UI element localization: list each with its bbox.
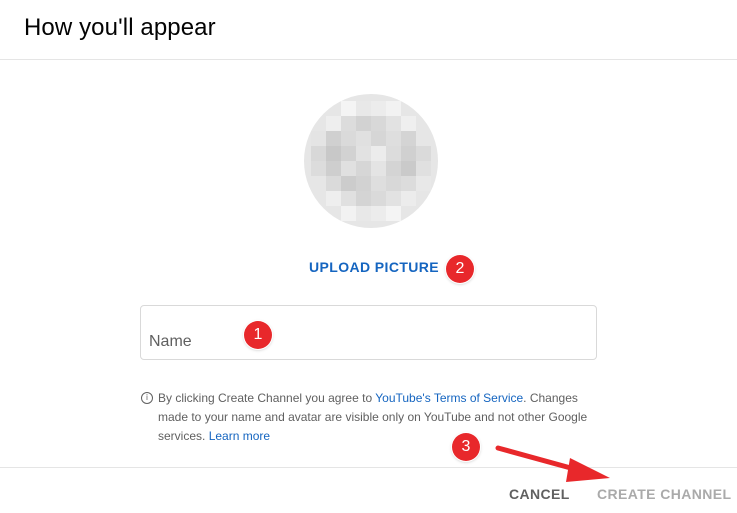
create-channel-dialog: How you'll appear UPLOAD PICTURE 2 1 i B… <box>0 0 737 513</box>
avatar-pixel <box>311 146 326 161</box>
avatar-pixel <box>371 146 386 161</box>
avatar-pixel <box>356 176 371 191</box>
avatar-pixel <box>326 191 341 206</box>
avatar-pixel <box>356 101 371 116</box>
avatar-pixel <box>386 116 401 131</box>
avatar-pixel <box>311 176 326 191</box>
avatar-pixel <box>371 161 386 176</box>
avatar-pixel <box>356 146 371 161</box>
avatar-pixel <box>401 116 416 131</box>
avatar-pixel <box>386 191 401 206</box>
avatar-pixel <box>401 161 416 176</box>
avatar-pixel <box>356 116 371 131</box>
avatar-pixel <box>416 176 431 191</box>
avatar-pixel <box>371 176 386 191</box>
footer-divider <box>0 467 737 468</box>
terms-text-before: By clicking Create Channel you agree to <box>158 391 376 405</box>
avatar-pixel <box>341 101 356 116</box>
avatar <box>304 94 438 228</box>
annotation-badge-1: 1 <box>244 321 272 349</box>
avatar-pixel <box>356 206 371 221</box>
avatar-pixel <box>386 101 401 116</box>
annotation-badge-3: 3 <box>452 433 480 461</box>
avatar-pixel <box>356 161 371 176</box>
avatar-pixel <box>386 206 401 221</box>
avatar-pixel <box>341 176 356 191</box>
avatar-pixel <box>386 161 401 176</box>
avatar-pixel <box>326 131 341 146</box>
avatar-pixel <box>326 116 341 131</box>
avatar-pixel <box>371 101 386 116</box>
avatar-pixel <box>326 146 341 161</box>
avatar-pixel <box>401 146 416 161</box>
create-channel-button[interactable]: CREATE CHANNEL <box>597 486 731 502</box>
avatar-pixel <box>326 161 341 176</box>
avatar-pixel <box>416 131 431 146</box>
avatar-pixel <box>401 176 416 191</box>
avatar-pixel <box>386 146 401 161</box>
terms-notice: By clicking Create Channel you agree to … <box>158 389 608 446</box>
avatar-pixel <box>341 116 356 131</box>
avatar-pixel <box>416 161 431 176</box>
terms-of-service-link[interactable]: YouTube's Terms of Service <box>375 391 523 405</box>
avatar-pixel <box>371 131 386 146</box>
avatar-pixel <box>386 131 401 146</box>
avatar-pixel <box>341 191 356 206</box>
avatar-pixel <box>401 191 416 206</box>
avatar-pixel <box>341 146 356 161</box>
upload-picture-button[interactable]: UPLOAD PICTURE <box>309 259 439 275</box>
dialog-header: How you'll appear <box>0 0 737 60</box>
avatar-pixel <box>356 131 371 146</box>
avatar-pixel <box>401 131 416 146</box>
avatar-pixel <box>326 176 341 191</box>
name-input[interactable] <box>149 330 569 354</box>
avatar-pixel <box>371 206 386 221</box>
avatar-pixel <box>416 146 431 161</box>
avatar-pixel <box>371 191 386 206</box>
avatar-pixel <box>311 161 326 176</box>
avatar-pixel <box>371 116 386 131</box>
learn-more-link[interactable]: Learn more <box>209 429 270 443</box>
avatar-pixel <box>386 176 401 191</box>
cancel-button[interactable]: CANCEL <box>509 486 570 502</box>
avatar-pixel <box>341 161 356 176</box>
dialog-title: How you'll appear <box>24 14 216 41</box>
avatar-pixel <box>341 206 356 221</box>
info-icon: i <box>141 392 153 404</box>
annotation-badge-2: 2 <box>446 255 474 283</box>
avatar-pixel <box>356 191 371 206</box>
avatar-pixel <box>311 131 326 146</box>
name-field[interactable] <box>140 305 597 360</box>
avatar-pixel <box>341 131 356 146</box>
